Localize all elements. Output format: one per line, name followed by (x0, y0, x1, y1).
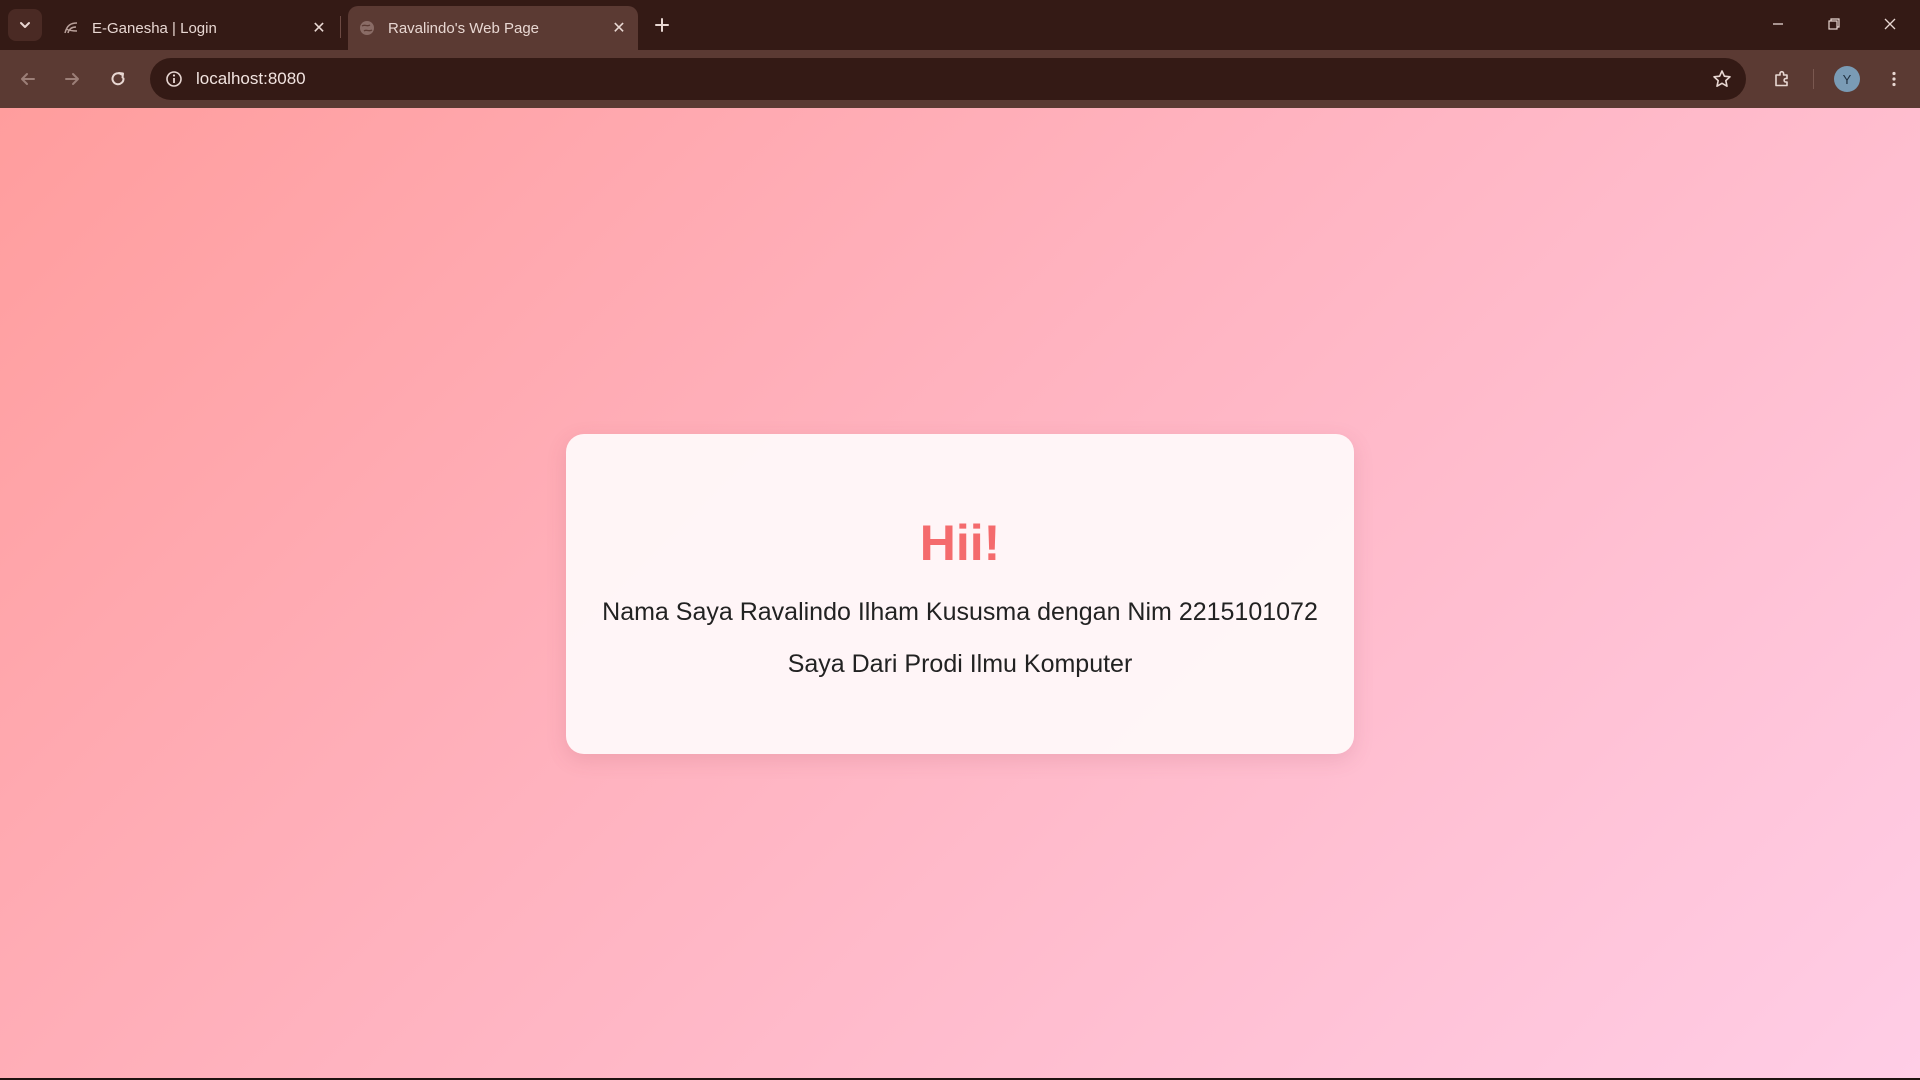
tab-title: E-Ganesha | Login (92, 19, 217, 37)
info-icon (166, 71, 182, 87)
browser-menu-button[interactable] (1878, 63, 1910, 95)
close-icon[interactable]: ✕ (608, 17, 630, 39)
extensions-button[interactable] (1766, 63, 1798, 95)
chevron-down-icon (20, 22, 30, 28)
program-text: Saya Dari Prodi Ilmu Komputer (787, 650, 1133, 678)
close-window-button[interactable] (1862, 6, 1918, 42)
e-ganesha-favicon-icon (62, 19, 80, 37)
minimize-button[interactable] (1750, 6, 1806, 42)
site-info-button[interactable] (160, 65, 188, 93)
puzzle-icon (1775, 70, 1788, 87)
restore-button[interactable] (1806, 6, 1862, 42)
browser-window: E-Ganesha | Login ✕ Ravalindo's Web Page… (0, 0, 1920, 1080)
toolbar-separator (1813, 69, 1814, 89)
greeting-card: Hii! Nama Saya Ravalindo Ilham Kususma d… (566, 434, 1354, 754)
page-heading: Hii! (919, 515, 1001, 571)
arrow-right-icon (65, 73, 79, 85)
star-icon (1713, 70, 1731, 87)
globe-icon (358, 19, 376, 37)
address-bar[interactable]: localhost:8080 (150, 58, 1746, 100)
tab-ravalindo[interactable]: Ravalindo's Web Page ✕ (348, 6, 638, 50)
back-button[interactable] (12, 63, 44, 95)
bookmark-button[interactable] (1710, 67, 1734, 91)
plus-icon (655, 18, 669, 32)
more-vertical-icon (1892, 71, 1896, 87)
tab-e-ganesha[interactable]: E-Ganesha | Login ✕ (52, 6, 338, 50)
close-icon[interactable]: ✕ (308, 17, 330, 39)
url-text[interactable]: localhost:8080 (196, 69, 306, 89)
browser-toolbar: localhost:8080 (0, 50, 1920, 108)
minimize-icon (1773, 23, 1783, 25)
intro-text: Nama Saya Ravalindo Ilham Kususma dengan… (602, 598, 1318, 626)
reload-icon (111, 72, 125, 86)
tab-search-button[interactable] (8, 9, 42, 41)
profile-avatar[interactable]: Y (1834, 66, 1860, 92)
restore-icon (1828, 18, 1840, 30)
reload-button[interactable] (102, 63, 134, 95)
tab-strip: E-Ganesha | Login ✕ Ravalindo's Web Page… (0, 0, 1920, 50)
tab-title: Ravalindo's Web Page (388, 19, 540, 37)
close-icon (1884, 18, 1896, 30)
new-tab-button[interactable] (648, 11, 676, 39)
tab-divider (340, 16, 341, 38)
arrow-left-icon (21, 73, 35, 85)
forward-button[interactable] (56, 63, 88, 95)
page-viewport: Hii! Nama Saya Ravalindo Ilham Kususma d… (0, 108, 1920, 1078)
